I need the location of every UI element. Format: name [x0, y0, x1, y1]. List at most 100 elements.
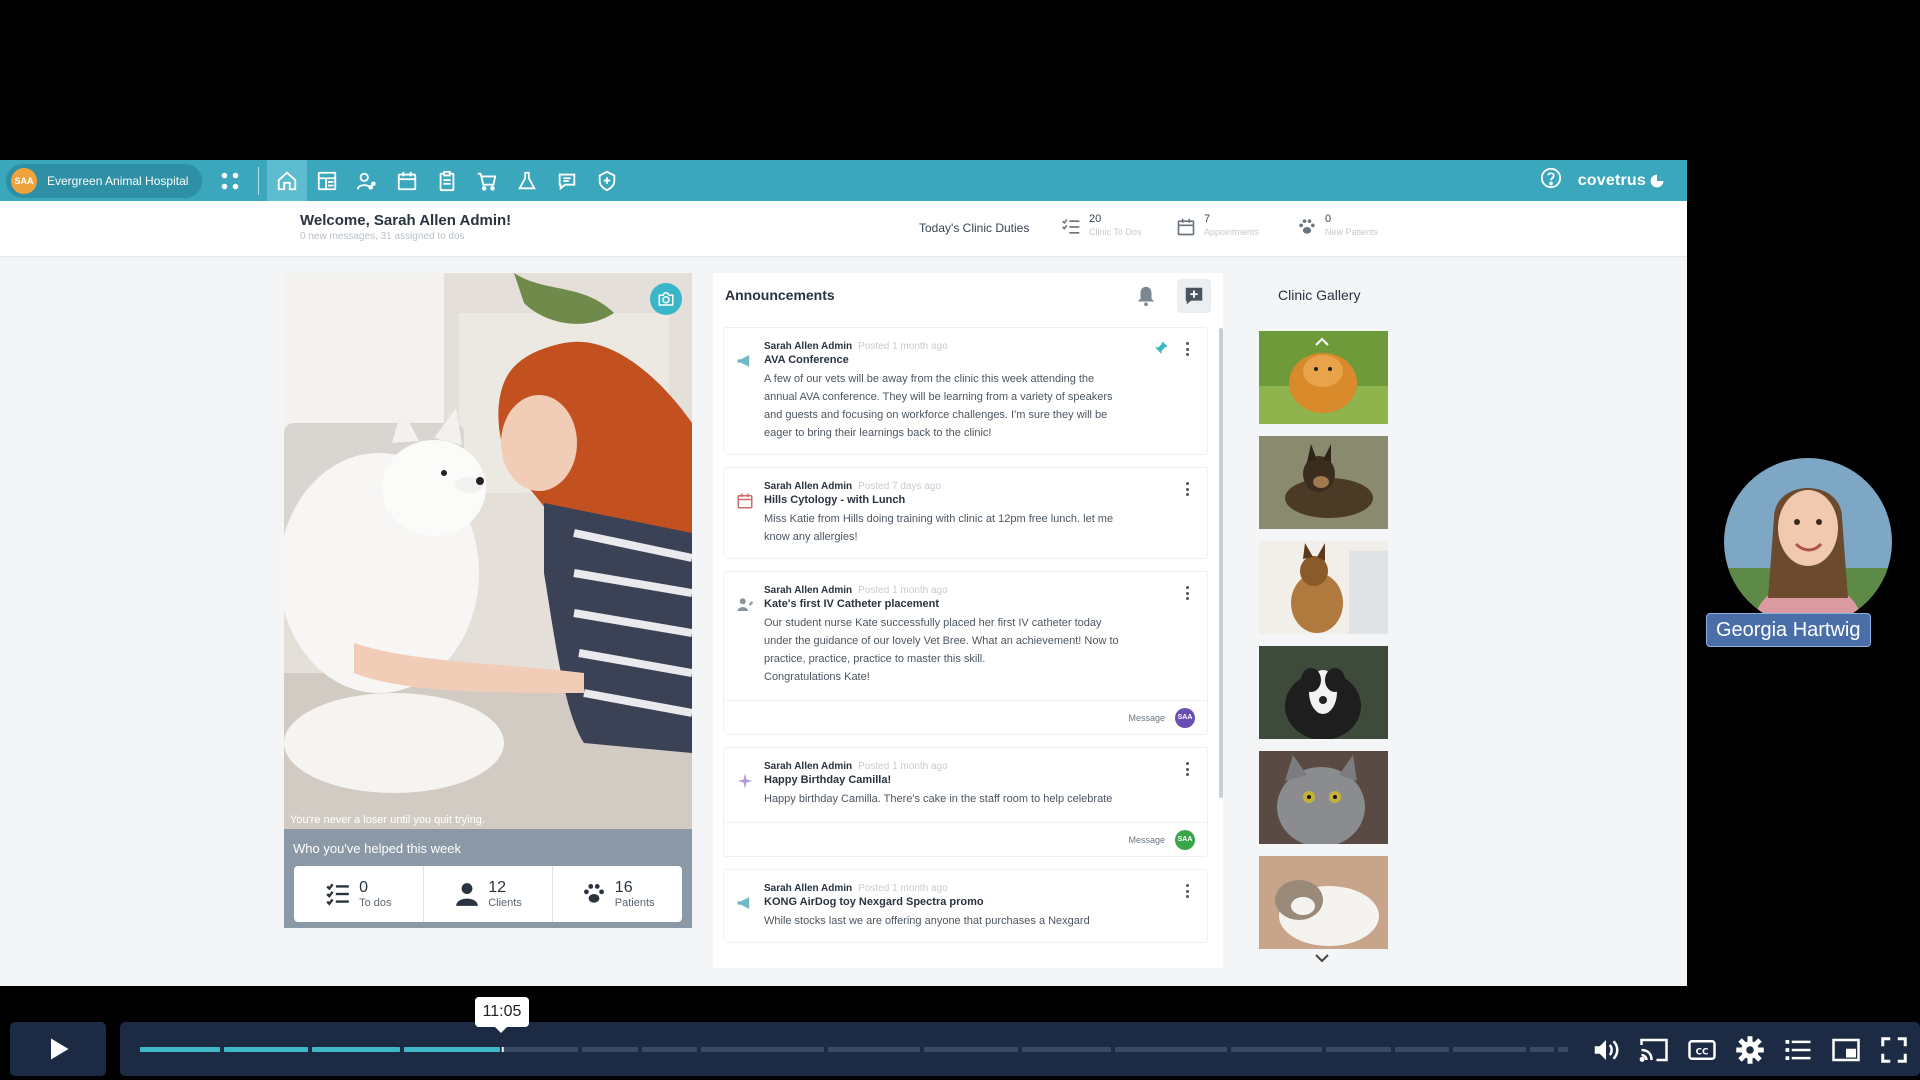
new-announcement-button[interactable]	[1177, 279, 1211, 313]
gallery-photo-sleeping-kitten[interactable]	[1259, 856, 1388, 949]
progress-segment[interactable]	[1231, 1047, 1322, 1052]
duty-new-patients[interactable]: 0 New Patients	[1297, 213, 1378, 237]
more-options-icon[interactable]	[1183, 884, 1191, 898]
bell-icon[interactable]	[1133, 283, 1159, 309]
stat-value: 0	[359, 879, 369, 896]
progress-segment[interactable]	[701, 1047, 824, 1052]
post-footer: Message SAA	[724, 700, 1207, 734]
cast-icon[interactable]	[1637, 1033, 1671, 1067]
progress-segment[interactable]	[404, 1047, 500, 1052]
duty-clinic-todos[interactable]: 20 Clinic To Dos	[1061, 213, 1141, 237]
clipboard-icon[interactable]	[427, 160, 467, 201]
duty-label: New Patients	[1325, 227, 1379, 237]
duty-appointments[interactable]: 7 Appointments	[1176, 213, 1259, 237]
progress-segment[interactable]	[312, 1047, 400, 1052]
gallery-photo-grey-cat[interactable]	[1259, 751, 1388, 844]
progress-bar[interactable]	[140, 1047, 1572, 1052]
cart-icon[interactable]	[467, 160, 507, 201]
more-options-icon[interactable]	[1183, 342, 1191, 356]
progress-segment[interactable]	[1326, 1047, 1391, 1052]
post-meta: Sarah Allen Admin Posted 1 month ago	[764, 585, 1195, 596]
progress-segment[interactable]	[924, 1047, 1018, 1052]
welcome-subtitle: 0 new messages, 31 assigned to dos	[300, 231, 465, 242]
stat-todos[interactable]: 0 To dos	[294, 866, 424, 922]
more-options-icon[interactable]	[1183, 586, 1191, 600]
progress-segment[interactable]	[1395, 1047, 1449, 1052]
announcement-card[interactable]: Sarah Allen Admin Posted 1 month ago AVA C…	[723, 327, 1208, 455]
author-avatar: SAA	[1175, 829, 1195, 850]
captions-icon[interactable]: CC	[1685, 1033, 1719, 1067]
gallery-photo-shepherd-vet[interactable]	[1259, 541, 1388, 634]
progress-segment[interactable]	[504, 1047, 578, 1052]
post-body: A few of our vets will be away from the …	[764, 373, 1113, 439]
pin-icon[interactable]	[1153, 340, 1169, 361]
change-photo-button[interactable]	[650, 283, 682, 315]
gallery-scroll-down-icon[interactable]	[1314, 950, 1330, 968]
progress-segment[interactable]	[828, 1047, 920, 1052]
message-link[interactable]: Message	[1128, 835, 1165, 845]
stat-value: 12	[488, 879, 506, 896]
progress-segment[interactable]	[1115, 1047, 1227, 1052]
more-options-icon[interactable]	[1183, 482, 1191, 496]
dashboard-icon[interactable]	[307, 160, 347, 201]
post-body: Happy birthday Camilla. There's cake in …	[764, 793, 1113, 805]
help-icon[interactable]	[1540, 167, 1562, 194]
calendar-icon[interactable]	[387, 160, 427, 201]
shield-plus-icon[interactable]	[587, 160, 627, 201]
more-options-icon[interactable]	[1183, 762, 1191, 776]
progress-segment[interactable]	[642, 1047, 697, 1052]
progress-segment[interactable]	[1530, 1047, 1554, 1052]
post-meta: Sarah Allen Admin Posted 7 days ago	[764, 481, 1195, 492]
progress-segment[interactable]	[582, 1047, 638, 1052]
person-icon	[456, 883, 479, 906]
calendar-icon	[1177, 218, 1195, 236]
megaphone-icon	[734, 350, 756, 372]
lab-flask-icon[interactable]	[507, 160, 547, 201]
client-icon[interactable]	[347, 160, 387, 201]
settings-gear-icon[interactable]	[1733, 1033, 1767, 1067]
progress-segment[interactable]	[140, 1047, 220, 1052]
picture-in-picture-icon[interactable]	[1829, 1033, 1863, 1067]
app-screen: SAA Evergreen Animal Hospital covetrus W…	[0, 160, 1687, 986]
camera-icon	[658, 292, 674, 306]
announcements-scrollbar[interactable]	[1219, 328, 1223, 798]
announcements-panel: Announcements Sarah Allen Admin Posted 1 …	[713, 273, 1223, 968]
post-time: Posted 7 days ago	[858, 481, 942, 492]
announcement-card[interactable]: Sarah Allen Admin Posted 7 days ago Hills …	[723, 467, 1208, 559]
progress-segment[interactable]	[1453, 1047, 1526, 1052]
duty-count: 0	[1325, 213, 1332, 225]
gallery-photo-shepherd-lying[interactable]	[1259, 436, 1388, 529]
checklist-icon	[326, 883, 349, 906]
play-icon	[51, 1038, 69, 1060]
play-button[interactable]	[10, 1022, 106, 1076]
post-author: Sarah Allen Admin	[764, 761, 853, 772]
volume-icon[interactable]	[1589, 1033, 1623, 1067]
progress-segment[interactable]	[224, 1047, 308, 1052]
announcement-card[interactable]: Sarah Allen Admin Posted 1 month ago KONG …	[723, 869, 1208, 943]
message-link[interactable]: Message	[1128, 713, 1165, 723]
nav-divider	[258, 166, 260, 195]
paw-icon	[583, 884, 604, 903]
fullscreen-icon[interactable]	[1877, 1033, 1911, 1067]
paw-icon	[1299, 219, 1315, 234]
gallery-title: Clinic Gallery	[1278, 287, 1361, 303]
chapters-list-icon[interactable]	[1781, 1033, 1815, 1067]
post-footer: Message SAA	[724, 822, 1207, 856]
playhead[interactable]	[501, 1047, 504, 1052]
progress-segment[interactable]	[1558, 1047, 1568, 1052]
announcement-card[interactable]: Sarah Allen Admin Posted 1 month ago Kate'…	[723, 571, 1208, 735]
stat-label: To dos	[359, 897, 392, 909]
progress-segment[interactable]	[1022, 1047, 1111, 1052]
home-icon[interactable]	[267, 160, 308, 201]
clinic-switcher[interactable]: SAA Evergreen Animal Hospital	[6, 163, 203, 198]
gallery-photo-border-collie[interactable]	[1259, 646, 1388, 739]
post-body: While stocks last we are offering anyone…	[764, 915, 1090, 927]
chat-icon[interactable]	[547, 160, 587, 201]
brand-logo: covetrus	[1578, 172, 1665, 190]
apps-grid-icon[interactable]	[210, 160, 250, 201]
helped-this-week-panel: Who you've helped this week 0 To dos 12 Cl…	[284, 829, 692, 928]
stat-clients[interactable]: 12 Clients	[424, 866, 554, 922]
gallery-scroll-up-icon[interactable]	[1314, 334, 1330, 352]
announcement-card[interactable]: Sarah Allen Admin Posted 1 month ago Happy…	[723, 747, 1208, 857]
stat-patients[interactable]: 16 Patients	[553, 866, 682, 922]
